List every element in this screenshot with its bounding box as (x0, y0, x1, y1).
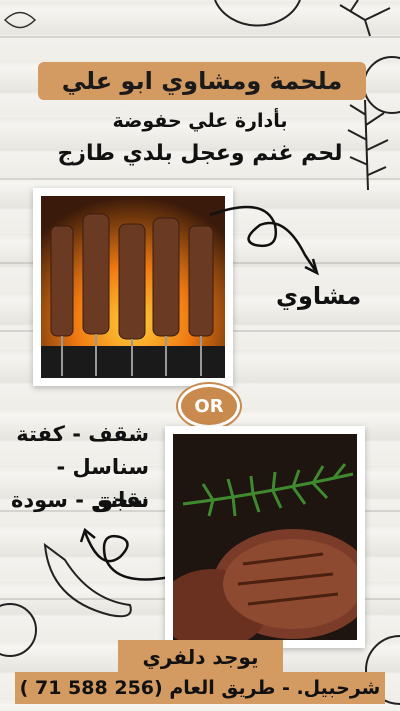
steak-photo (165, 426, 365, 648)
leaf-sketch-icon (3, 11, 37, 29)
grill-photo (33, 188, 233, 386)
menu-list: شقف - كفتة سناسل - سجق نقانق - سودة (6, 418, 171, 517)
address-banner: شرحبيل. - طريق العام (256 588 71 ) (15, 672, 385, 704)
delivery-banner: يوجد دلفري (118, 640, 283, 674)
meat-tagline: لحم غنم وعجل بلدي طازج (57, 141, 343, 166)
grill-label: مشاوي (276, 282, 362, 310)
kebab-grill-image (41, 196, 225, 378)
menu-item: شقف - كفتة (16, 422, 149, 446)
herb-sketch-icon (339, 0, 391, 37)
tomato-slice-sketch-icon (214, 0, 301, 27)
shop-title-banner: ملحمة ومشاوي ابو علي (38, 62, 366, 100)
management-line: بأدارة علي حفوضة (112, 110, 288, 132)
menu-item: سناسل - سجق (56, 455, 149, 512)
curly-arrow-icon (209, 205, 319, 276)
shop-title: ملحمة ومشاوي ابو علي (61, 67, 343, 95)
or-badge: OR (178, 384, 240, 428)
chili-pepper-sketch-icon (43, 542, 132, 618)
tomato-sketch-icon (0, 603, 37, 657)
steak-rosemary-image (173, 434, 357, 640)
